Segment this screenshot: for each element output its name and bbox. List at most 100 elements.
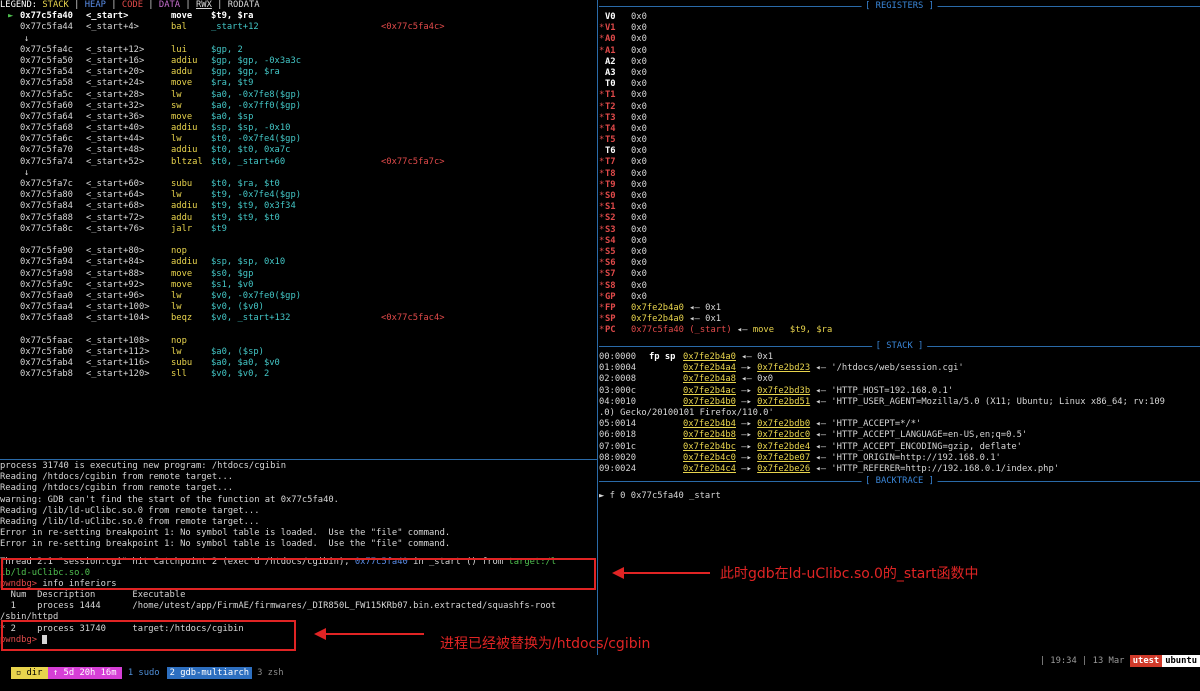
register-row: *S8 0x0	[599, 281, 1200, 292]
register-deref: 0x1	[705, 314, 722, 325]
instr-address: 0x77c5fa80	[20, 190, 73, 201]
instr-mnemonic: lw	[171, 290, 182, 301]
disasm-row: 0x77c5fa90 <_start+80> nop	[0, 246, 596, 257]
register-value: 0x0	[631, 258, 647, 269]
register-value: 0x0	[631, 202, 647, 213]
stack-pointer-target: 0x7fe2bdb0	[757, 419, 811, 430]
branch-arrow-icon: ↓	[24, 167, 30, 178]
register-name: A3	[605, 67, 616, 78]
instr-symbol: <_start+36>	[86, 111, 145, 122]
instr-mnemonic: addiu	[171, 55, 198, 66]
pointer-arrow: —▸	[735, 396, 758, 407]
stack-header: [ STACK ]	[599, 340, 1200, 352]
disasm-row: 0x77c5faa0 <_start+96> lw $v0, -0x7fe0($gp)	[0, 291, 596, 302]
instr-operands: $t9, -0x7fe4($gp)	[211, 190, 302, 201]
instr-address: 0x77c5fa54	[20, 67, 73, 78]
disasm-row: 0x77c5fa58 <_start+24> move $ra, $t9	[0, 78, 596, 89]
register-value: 0x0	[631, 56, 647, 67]
annotation-note-cgibin: 进程已经被替换为/htdocs/cgibin	[440, 636, 651, 652]
instr-operands: $a0, -0x7fe8($gp)	[211, 89, 302, 100]
window-tab-gdb[interactable]: 2 gdb-multiarch	[166, 667, 253, 679]
pointer-arrow: —▸	[735, 430, 758, 441]
instr-symbol: <_start+96>	[86, 290, 145, 301]
instr-address: 0x77c5fa94	[20, 257, 73, 268]
register-row: *GP 0x0	[599, 292, 1200, 303]
register-row: *S0 0x0	[599, 191, 1200, 202]
register-name: T7	[605, 157, 616, 168]
instr-mnemonic: jalr	[171, 223, 193, 234]
stack-pointer-target: 0x7fe2bd23	[757, 363, 811, 374]
stack-tag: fp sp	[649, 352, 676, 362]
console-line: Error in re-setting breakpoint 1: No sym…	[0, 539, 451, 550]
window-tab-zsh[interactable]: 3 zsh	[254, 667, 286, 679]
instr-mnemonic: lw	[171, 302, 182, 313]
stack-row-wrap: .0) Gecko/20100101 Firefox/110.0'	[599, 408, 1200, 419]
instr-mnemonic: addu	[171, 212, 193, 223]
register-name: V1	[605, 23, 616, 34]
register-name: T0	[605, 79, 616, 90]
register-name: A2	[605, 56, 616, 67]
register-row: *S2 0x0	[599, 213, 1200, 224]
stack-address: 0x7fe2b4a0	[683, 352, 736, 362]
instr-mnemonic: lw	[171, 134, 182, 145]
instr-symbol: <_start+72>	[86, 212, 145, 223]
status-dir[interactable]: ▫ dir	[10, 667, 48, 679]
instr-symbol: <_start+48>	[86, 145, 145, 156]
register-name: T1	[605, 90, 616, 101]
register-value: 0x0	[631, 34, 647, 45]
current-instruction-marker: ►	[8, 11, 14, 22]
register-value: 0x0	[631, 224, 647, 235]
instr-mnemonic: addu	[171, 67, 193, 78]
instr-symbol: <_start+80>	[86, 246, 145, 257]
instr-symbol: <_start+12>	[86, 44, 145, 55]
disasm-row: 0x77c5fa54 <_start+20> addu $gp, $gp, $ra	[0, 67, 596, 78]
instr-symbol: <_start+84>	[86, 257, 145, 268]
instr-operands: $sp, $sp, -0x10	[211, 123, 291, 134]
status-uptime: ↑ 5d 20h 16m	[47, 667, 122, 679]
window-tab-sudo[interactable]: 1 sudo	[122, 667, 163, 679]
register-value: 0x0	[631, 45, 647, 56]
stack-address: 0x7fe2b4c4	[683, 463, 736, 474]
register-row: *T1 0x0	[599, 90, 1200, 101]
register-value: 0x0	[631, 23, 647, 34]
stack-row: 05:0014 0x7fe2b4b4 —▸ 0x7fe2bdb0 ◂— 'HTTP…	[599, 419, 1200, 430]
annotation-arrow-1	[612, 567, 710, 579]
horizontal-divider[interactable]	[0, 459, 597, 460]
stack-string-cont: .0) Gecko/20100101 Firefox/110.0'	[599, 407, 774, 418]
vertical-divider[interactable]	[597, 0, 598, 655]
instr-mnemonic: subu	[171, 179, 193, 189]
register-value: 0x0	[631, 67, 647, 78]
instr-mnemonic: addiu	[171, 257, 198, 268]
instr-symbol: <_start+76>	[86, 223, 145, 234]
instr-address: 0x77c5fa60	[20, 100, 73, 111]
register-name: SP	[605, 314, 616, 325]
instr-symbol: <_start+100>	[86, 302, 150, 313]
pointer-arrow: —▸	[735, 419, 758, 430]
stack-value: ◂— 'HTTP_HOST=192.168.0.1'	[810, 385, 954, 396]
instr-mnemonic: move	[171, 11, 193, 22]
instr-address: 0x77c5fab8	[20, 369, 73, 380]
instr-mnemonic: bal	[171, 22, 187, 33]
backtrace-header: [ BACKTRACE ]	[599, 475, 1200, 487]
branch-target: <0x77c5fac4>	[381, 313, 445, 324]
instr-address: 0x77c5faa4	[20, 302, 73, 313]
instr-operands: $v0, _start+132	[211, 313, 291, 324]
instr-symbol: <_start+20>	[86, 67, 145, 78]
disasm-row: 0x77c5fab4 <_start+116> subu $a0, $a0, $v0	[0, 358, 596, 369]
console-line: Reading /lib/ld-uClibc.so.0 from remote …	[0, 505, 260, 516]
instr-address: 0x77c5faa8	[20, 313, 73, 324]
instr-address: 0x77c5fa5c	[20, 89, 73, 100]
stack-offset: 01:0004	[599, 363, 637, 374]
instr-address: 0x77c5fa50	[20, 55, 73, 66]
registers-pane: [ REGISTERS ] V0 0x0 *V1 0x0 *A0 0x0 *A1 0x0 A2…	[599, 0, 1200, 340]
instr-mnemonic: move	[171, 111, 193, 122]
annotation-note-start: 此时gdb在ld-uClibc.so.0的_start函数中	[720, 566, 979, 582]
stack-address: 0x7fe2b4ac	[683, 385, 736, 396]
instr-mnemonic: beqz	[171, 313, 193, 324]
instr-operands: $ra, $t9	[211, 78, 254, 89]
disasm-row: 0x77c5fa5c <_start+28> lw $a0, -0x7fe8($gp)	[0, 90, 596, 101]
stack-pointer-target: 0x7fe2bde4	[757, 441, 811, 452]
instr-symbol: <_start+32>	[86, 100, 145, 111]
disasm-row: 0x77c5faa4 <_start+100> lw $v0, ($v0)	[0, 302, 596, 313]
register-row: *T3 0x0	[599, 113, 1200, 124]
